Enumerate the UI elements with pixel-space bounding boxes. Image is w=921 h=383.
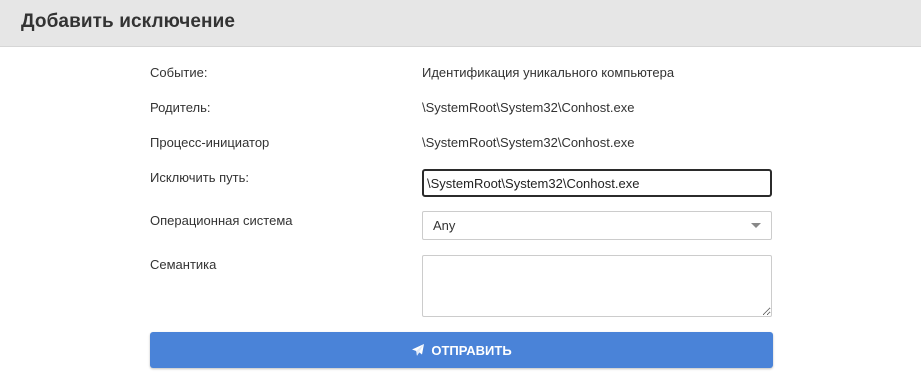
event-value: Идентификация уникального компьютера (422, 65, 675, 80)
initiator-value: \SystemRoot\System32\Conhost.exe (422, 135, 635, 150)
semantics-label: Семантика (150, 257, 217, 272)
exclude-path-input[interactable] (422, 169, 772, 197)
initiator-label: Процесс-инициатор (150, 135, 270, 150)
exclude-path-label: Исключить путь: (150, 170, 249, 185)
semantics-textarea[interactable] (422, 255, 772, 317)
parent-value: \SystemRoot\System32\Conhost.exe (422, 100, 635, 115)
os-select-value: Any (433, 218, 456, 233)
os-label: Операционная система (150, 213, 293, 228)
dialog-title: Добавить исключение (21, 11, 236, 32)
event-label: Событие: (150, 65, 208, 80)
add-exclusion-dialog: Добавить исключение Событие: Идентификац… (0, 0, 921, 383)
os-select[interactable]: Any (422, 211, 772, 240)
parent-label: Родитель: (150, 100, 211, 115)
dialog-header: Добавить исключение (0, 0, 921, 47)
submit-button[interactable]: ОТПРАВИТЬ (150, 332, 773, 368)
submit-button-label: ОТПРАВИТЬ (431, 342, 512, 358)
paper-plane-icon (411, 343, 425, 357)
chevron-down-icon (751, 223, 761, 228)
